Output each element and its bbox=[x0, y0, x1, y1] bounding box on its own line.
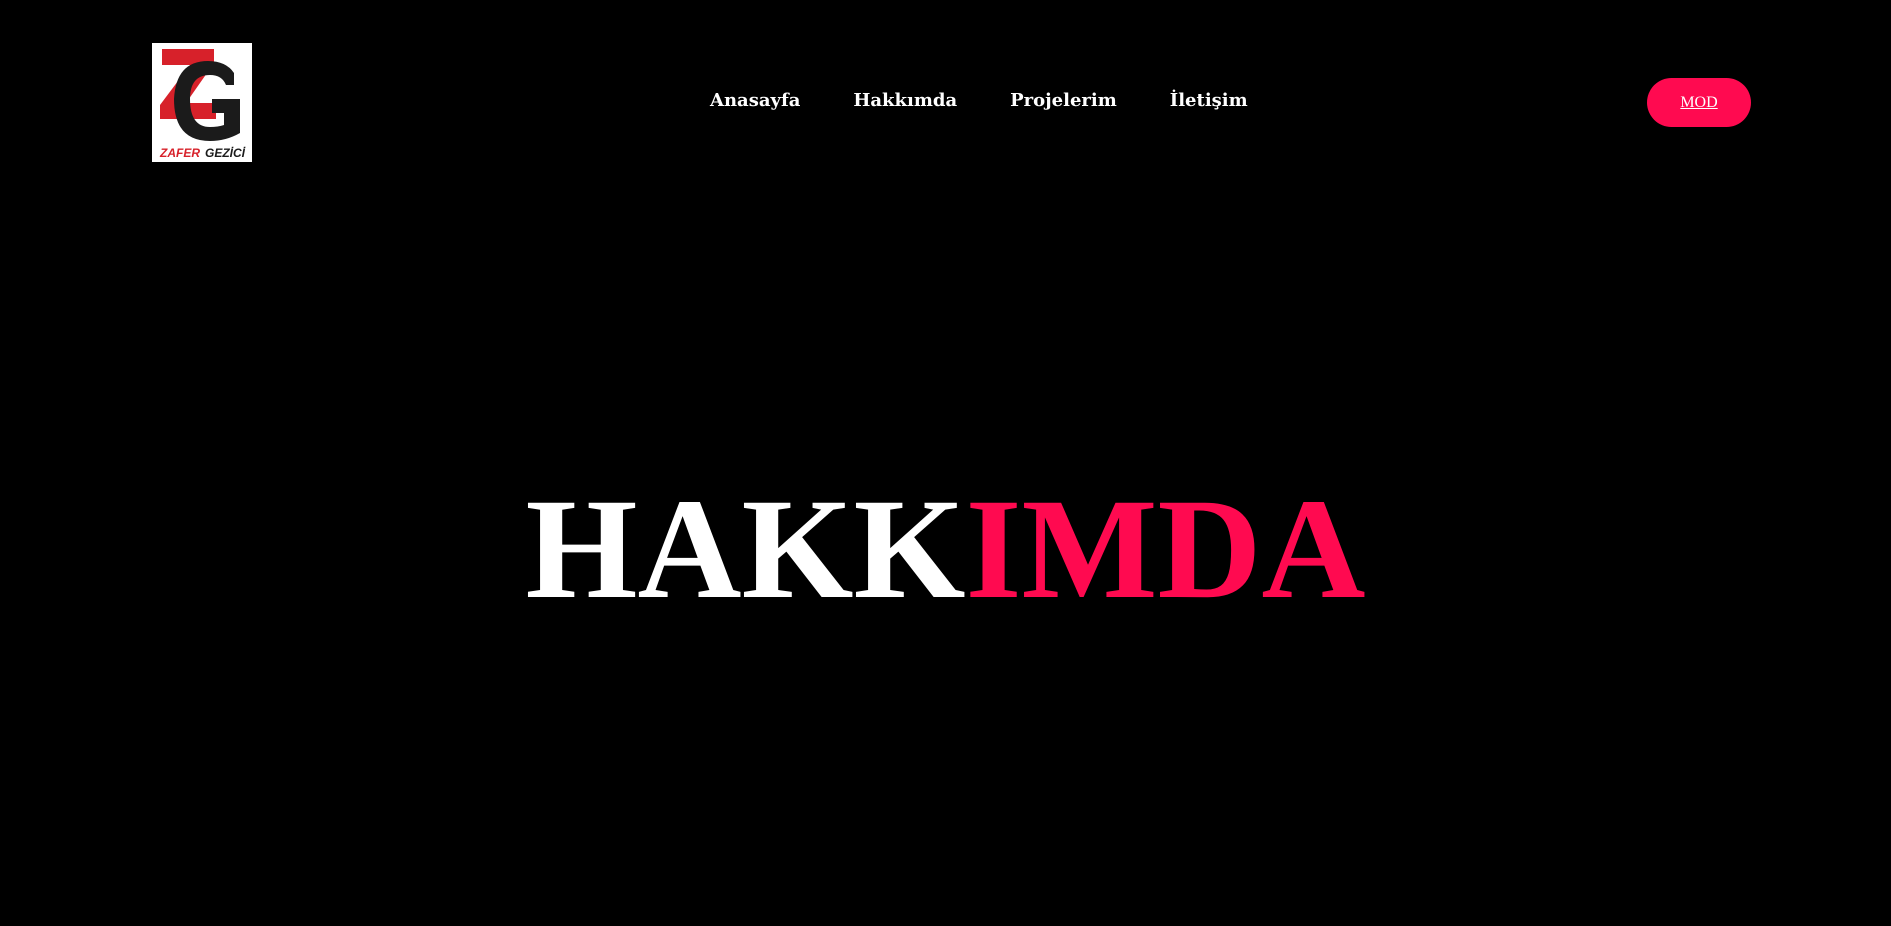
main-nav: Anasayfa Hakkımda Projelerim İletişim bbox=[710, 90, 1248, 111]
site-logo[interactable]: ZAFER GEZİCİ bbox=[152, 43, 252, 162]
nav-item-iletisim[interactable]: İletişim bbox=[1170, 90, 1248, 111]
logo-caption-dark: GEZİCİ bbox=[205, 145, 246, 160]
nav-item-hakkimda[interactable]: Hakkımda bbox=[853, 90, 957, 111]
nav-item-projelerim[interactable]: Projelerim bbox=[1010, 90, 1117, 111]
mode-toggle-label: MOD bbox=[1680, 93, 1718, 111]
page-title-accent: IMDA bbox=[965, 470, 1366, 629]
logo-caption-red: ZAFER bbox=[159, 146, 200, 160]
page-title: HAKKIMDA bbox=[0, 478, 1891, 622]
zg-logo-mark: ZAFER GEZİCİ bbox=[152, 43, 252, 162]
mode-toggle-button[interactable]: MOD bbox=[1647, 78, 1751, 127]
nav-item-anasayfa[interactable]: Anasayfa bbox=[710, 90, 800, 111]
page-title-white: HAKK bbox=[525, 470, 966, 629]
